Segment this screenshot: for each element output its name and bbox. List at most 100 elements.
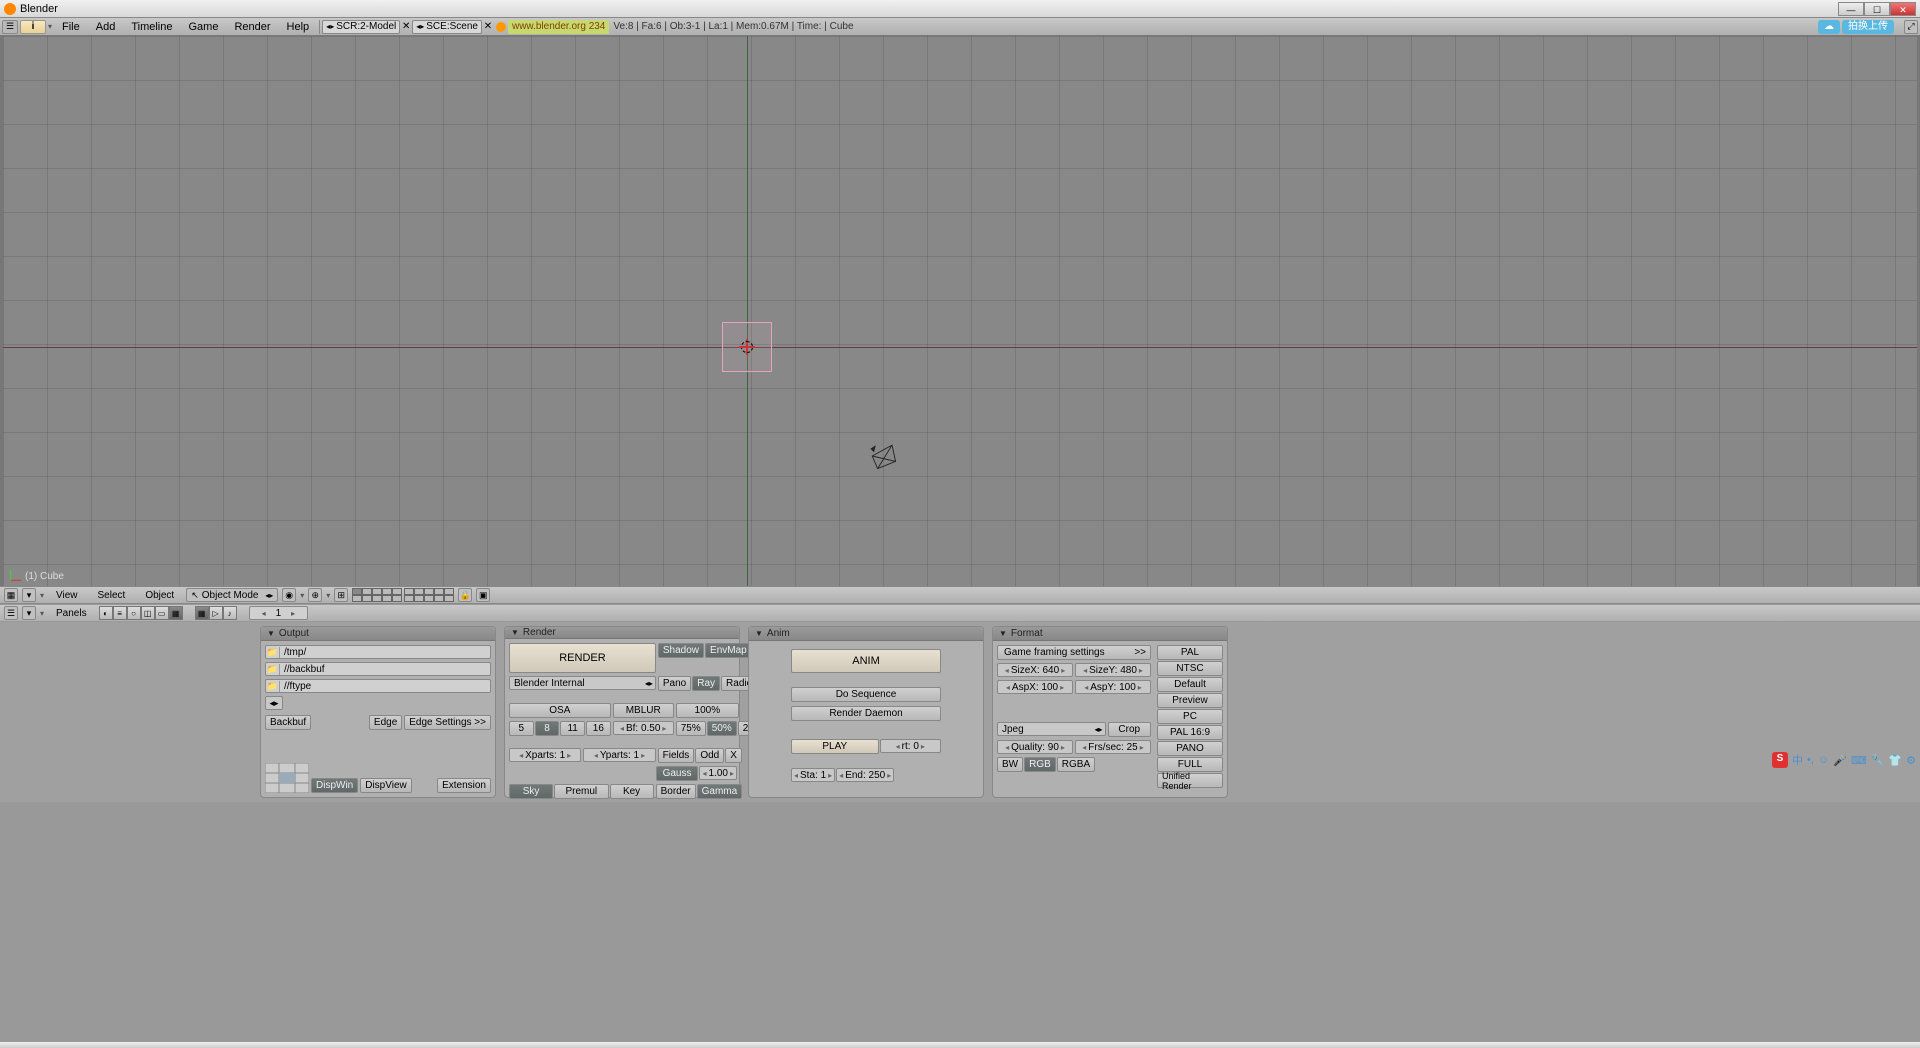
ime-smiley-icon[interactable]: ☺	[1818, 754, 1829, 766]
pivot-icon[interactable]: ⊕	[308, 588, 322, 602]
preset-pal-button[interactable]: PAL	[1157, 645, 1223, 660]
backbuf-toggle[interactable]: Backbuf	[265, 715, 311, 730]
osa-toggle[interactable]: OSA	[509, 703, 611, 718]
osa-8-button[interactable]: 8	[535, 721, 560, 736]
menu-render[interactable]: Render	[226, 21, 278, 33]
ime-punct-icon[interactable]: •,	[1807, 754, 1814, 766]
mblur-toggle[interactable]: MBLUR	[613, 703, 674, 718]
bw-toggle[interactable]: BW	[997, 757, 1023, 772]
select-menu[interactable]: Select	[90, 590, 134, 601]
extension-toggle[interactable]: Extension	[437, 778, 491, 793]
mode-selector[interactable]: ↖ Object Mode ◂▸	[186, 588, 278, 602]
osa-11-button[interactable]: 11	[560, 721, 585, 736]
ime-settings-icon[interactable]: ⚙	[1906, 754, 1916, 767]
screen-selector[interactable]: ◂▸ SCR:2-Model	[322, 20, 400, 34]
object-context-icon[interactable]: ◫	[141, 606, 155, 620]
format-panel-header[interactable]: Format	[993, 627, 1227, 641]
codec-selector[interactable]: Jpeg◂▸	[997, 722, 1106, 736]
do-sequence-toggle[interactable]: Do Sequence	[791, 687, 941, 702]
ime-app-icon[interactable]: 👕	[1888, 754, 1902, 767]
scene-context-icon[interactable]: ▦	[169, 606, 183, 620]
x-toggle[interactable]: X	[725, 748, 742, 763]
pano-toggle[interactable]: Pano	[658, 676, 691, 691]
rgba-toggle[interactable]: RGBA	[1057, 757, 1095, 772]
info-icon[interactable]: i	[20, 20, 46, 34]
panels-menu[interactable]: Panels	[48, 608, 95, 619]
preset-pano-button[interactable]: PANO	[1157, 741, 1223, 756]
ime-keyboard-icon[interactable]: ⌨	[1851, 754, 1867, 767]
size-50-button[interactable]: 50%	[707, 721, 737, 736]
frame-field[interactable]: ◂ 1 ▸	[249, 606, 309, 620]
anim-subcontext-icon[interactable]: ▷	[209, 606, 223, 620]
render-preview-icon[interactable]: ▣	[476, 588, 490, 602]
render-engine-selector[interactable]: Blender Internal◂▸	[509, 676, 656, 690]
window-type-3dview-icon[interactable]: ▦	[4, 588, 18, 602]
editing-context-icon[interactable]: ▭	[155, 606, 169, 620]
maximize-button[interactable]: ☐	[1864, 2, 1890, 16]
border-toggle[interactable]: Border	[656, 784, 696, 799]
premul-toggle[interactable]: Premul	[554, 784, 608, 799]
backbuf-path-field[interactable]: 📁//backbuf	[265, 662, 491, 676]
sizey-field[interactable]: ◂SizeY: 480▸	[1075, 663, 1151, 677]
folder-icon[interactable]: 📁	[266, 647, 280, 658]
render-panel-header[interactable]: Render	[505, 627, 739, 639]
ime-lang-icon[interactable]: 中	[1792, 752, 1803, 768]
object-menu[interactable]: Object	[137, 590, 182, 601]
anim-panel-header[interactable]: Anim	[749, 627, 983, 641]
windows-taskbar[interactable]	[0, 1042, 1920, 1048]
preset-pc-button[interactable]: PC	[1157, 709, 1223, 724]
sound-subcontext-icon[interactable]: ♪	[223, 606, 237, 620]
screen-close-icon[interactable]: ✕	[400, 21, 412, 33]
folder-icon[interactable]: 📁	[266, 681, 280, 692]
edge-settings-button[interactable]: Edge Settings >>	[404, 715, 491, 730]
osa-5-button[interactable]: 5	[509, 721, 534, 736]
folder-icon[interactable]: 📁	[266, 664, 280, 675]
shadow-toggle[interactable]: Shadow	[658, 643, 704, 658]
start-frame-field[interactable]: ◂Sta: 1▸	[791, 768, 835, 782]
fields-toggle[interactable]: Fields	[658, 748, 695, 763]
game-framing-button[interactable]: Game framing settings>>	[997, 645, 1151, 660]
yparts-field[interactable]: ◂Yparts: 1▸	[583, 748, 655, 762]
script-context-icon[interactable]: ≡	[113, 606, 127, 620]
gauss-toggle[interactable]: Gauss	[656, 766, 699, 781]
gauss-value-field[interactable]: ◂1.00▸	[699, 766, 737, 780]
blender-url-link[interactable]: www.blender.org 234	[508, 20, 609, 34]
cloud-icon[interactable]: ☁	[1818, 20, 1840, 34]
fps-field[interactable]: ◂Frs/sec: 25▸	[1075, 740, 1151, 754]
menu-game[interactable]: Game	[181, 21, 227, 33]
envmap-toggle[interactable]: EnvMap	[705, 643, 752, 658]
3d-viewport[interactable]: (1) Cube	[0, 36, 1920, 586]
close-button[interactable]: ✕	[1890, 2, 1916, 16]
aspx-field[interactable]: ◂AspX: 100▸	[997, 680, 1073, 694]
menu-help[interactable]: Help	[279, 21, 318, 33]
preset-default-button[interactable]: Default	[1157, 677, 1223, 692]
ime-tool-icon[interactable]: 🔧	[1871, 754, 1885, 767]
ftype-path-field[interactable]: 📁//ftype	[265, 679, 491, 693]
gamma-toggle[interactable]: Gamma	[697, 784, 743, 799]
layer-buttons[interactable]	[352, 588, 454, 602]
osa-16-button[interactable]: 16	[586, 721, 611, 736]
window-type-menu-icon[interactable]: ▾	[22, 588, 36, 602]
menu-add[interactable]: Add	[88, 21, 124, 33]
scene-link-icon[interactable]: ◂▸	[265, 696, 283, 710]
scene-close-icon[interactable]: ✕	[482, 21, 494, 33]
view-menu[interactable]: View	[48, 590, 86, 601]
size-100-button[interactable]: 100%	[676, 703, 739, 718]
sizex-field[interactable]: ◂SizeX: 640▸	[997, 663, 1073, 677]
edge-toggle[interactable]: Edge	[369, 715, 402, 730]
sky-toggle[interactable]: Sky	[509, 784, 553, 799]
odd-toggle[interactable]: Odd	[695, 748, 724, 763]
expand-icon[interactable]: ⤢	[1904, 20, 1918, 34]
play-button[interactable]: PLAY	[791, 739, 879, 754]
rgb-toggle[interactable]: RGB	[1024, 757, 1056, 772]
menu-timeline[interactable]: Timeline	[123, 21, 180, 33]
quality-field[interactable]: ◂Quality: 90▸	[997, 740, 1073, 754]
window-type-menu-icon[interactable]: ▾	[22, 606, 36, 620]
xparts-field[interactable]: ◂Xparts: 1▸	[509, 748, 581, 762]
rt-field[interactable]: ◂rt: 0▸	[880, 739, 941, 753]
preset-ntsc-button[interactable]: NTSC	[1157, 661, 1223, 676]
render-button[interactable]: RENDER	[509, 643, 656, 673]
camera-object[interactable]	[865, 438, 901, 474]
anim-button[interactable]: ANIM	[791, 649, 941, 673]
frame-next-icon[interactable]: ▸	[291, 609, 295, 618]
